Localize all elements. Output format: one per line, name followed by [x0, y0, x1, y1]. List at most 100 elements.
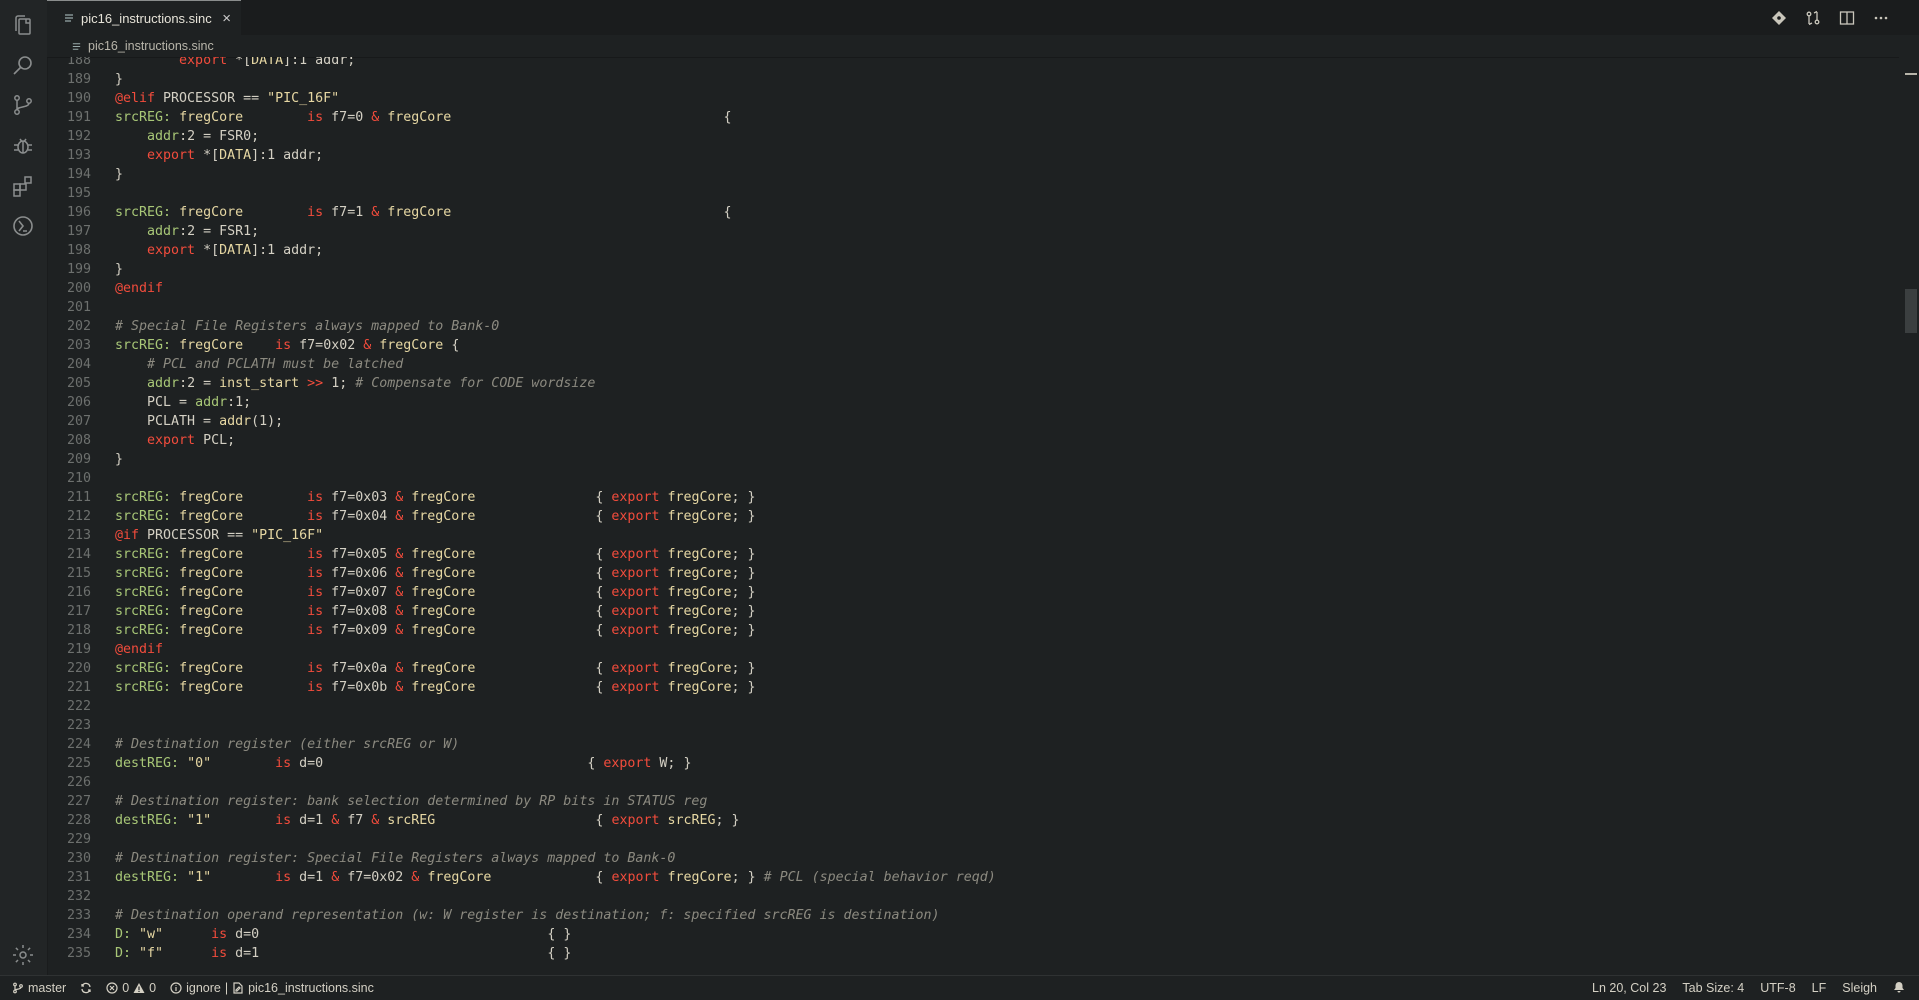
code-line[interactable]: 226 [47, 773, 996, 792]
code-line[interactable]: 198 export *[DATA]:1 addr; [47, 241, 996, 260]
code-token: fregCore [411, 490, 476, 505]
code-token: "0" [187, 756, 212, 771]
code-line[interactable]: 192 addr:2 = FSR0; [47, 127, 996, 146]
scroll-thumb[interactable] [1905, 289, 1917, 333]
code-line[interactable]: 217 srcREG: fregCore is f7=0x08 & fregCor… [47, 602, 996, 621]
code-editor[interactable]: 188 export *[DATA]:1 addr; 189} 190 @elif P… [47, 57, 1899, 976]
compare-changes-icon[interactable] [1803, 8, 1823, 28]
line-code: export PCL; [115, 431, 235, 450]
code-line[interactable]: 220 srcREG: fregCore is f7=0x0a & fregCor… [47, 659, 996, 678]
code-token: 0x0b [355, 680, 388, 695]
code-line[interactable]: 193 export *[DATA]:1 addr; [47, 146, 996, 165]
code-line[interactable]: 233 # Destination operand representation … [47, 906, 996, 925]
debug-icon[interactable] [8, 131, 38, 161]
git-branch[interactable]: master [12, 981, 66, 995]
remote-icon[interactable] [8, 211, 38, 241]
extensions-icon[interactable] [8, 171, 38, 201]
line-code: # Special File Registers always mapped t… [115, 317, 499, 336]
code-line[interactable]: 191 srcREG: fregCore is f7=0 & fregCore { [47, 108, 996, 127]
code-line[interactable]: 213 @if PROCESSOR == "PIC_16F" [47, 526, 996, 545]
line-code: @elif PROCESSOR == "PIC_16F" [115, 89, 339, 108]
code-line[interactable]: 215 srcREG: fregCore is f7=0x06 & fregCor… [47, 564, 996, 583]
code-line[interactable]: 210 [47, 469, 996, 488]
code-line[interactable]: 201 [47, 298, 996, 317]
code-line[interactable]: 203 srcREG: fregCore is f7=0x02 & fregCor… [47, 336, 996, 355]
notifications-bell-icon[interactable] [1893, 981, 1905, 996]
open-changes-icon[interactable] [1769, 8, 1789, 28]
code-line[interactable]: 218 srcREG: fregCore is f7=0x09 & fregCor… [47, 621, 996, 640]
code-line[interactable]: 188 export *[DATA]:1 addr; [47, 57, 996, 70]
editor-scrollbar[interactable] [1899, 57, 1919, 976]
code-line[interactable]: 234 D: "w" is d=0 { } [47, 925, 996, 944]
line-code: destREG: "1" is d=1 & f7 & srcREG { expo… [115, 811, 740, 830]
breadcrumb-file[interactable]: pic16_instructions.sinc [88, 39, 214, 53]
line-code: export *[DATA]:1 addr; [115, 146, 323, 165]
tab-close-button[interactable]: × [222, 10, 231, 27]
language-mode[interactable]: Sleigh [1842, 981, 1877, 995]
code-line[interactable]: 209} [47, 450, 996, 469]
line-code: srcREG: fregCore is f7=0x06 & fregCore {… [115, 564, 756, 583]
problems-indicator[interactable]: 0 0 [106, 981, 156, 995]
ignore-indicator[interactable]: ignore | pic16_instructions.sinc [170, 981, 374, 995]
code-line[interactable]: 216 srcREG: fregCore is f7=0x07 & fregCor… [47, 583, 996, 602]
code-line[interactable]: 219 @endif [47, 640, 996, 659]
code-line[interactable]: 214 srcREG: fregCore is f7=0x05 & fregCor… [47, 545, 996, 564]
code-line[interactable]: 228 destREG: "1" is d=1 & f7 & srcREG { e… [47, 811, 996, 830]
settings-gear-icon[interactable] [8, 940, 38, 970]
encoding[interactable]: UTF-8 [1760, 981, 1795, 995]
end-of-line[interactable]: LF [1812, 981, 1827, 995]
code-line[interactable]: 232 [47, 887, 996, 906]
code-line[interactable]: 224 # Destination register (either srcREG… [47, 735, 996, 754]
code-line[interactable]: 211 srcREG: fregCore is f7=0x03 & fregCor… [47, 488, 996, 507]
code-token: fregCore [667, 870, 732, 885]
source-control-icon[interactable] [8, 90, 38, 120]
code-token: f7=0 [323, 110, 372, 125]
line-number: 233 [66, 908, 91, 923]
code-line[interactable]: 194} [47, 165, 996, 184]
line-code: # Destination operand representation (w:… [115, 906, 940, 925]
code-line[interactable]: 195 [47, 184, 996, 203]
code-token: srcREG: [115, 509, 172, 524]
code-token: is [307, 623, 324, 638]
code-line[interactable]: 208 export PCL; [47, 431, 996, 450]
code-line[interactable]: 223 [47, 716, 996, 735]
tab-size[interactable]: Tab Size: 4 [1682, 981, 1744, 995]
code-line[interactable]: 190 @elif PROCESSOR == "PIC_16F" [47, 89, 996, 108]
split-editor-icon[interactable] [1837, 8, 1857, 28]
code-token: export [611, 870, 660, 885]
search-icon[interactable] [8, 50, 38, 80]
code-token: d=0 { [291, 756, 604, 771]
code-token: fregCore [411, 509, 476, 524]
code-line[interactable]: 212 srcREG: fregCore is f7=0x04 & fregCor… [47, 507, 996, 526]
code-line[interactable]: 231 destREG: "1" is d=1 & f7=0x02 & fregC… [47, 868, 996, 887]
cursor-position[interactable]: Ln 20, Col 23 [1592, 981, 1666, 995]
code-line[interactable]: 235 D: "f" is d=1 { } [47, 944, 996, 963]
code-line[interactable]: 222 [47, 697, 996, 716]
tab-pic16-instructions[interactable]: pic16_instructions.sinc × [47, 0, 241, 35]
explorer-icon[interactable] [8, 10, 38, 40]
code-token: PCLATH = [115, 414, 220, 429]
code-line[interactable]: 199} [47, 260, 996, 279]
code-line[interactable]: 221 srcREG: fregCore is f7=0x0b & fregCor… [47, 678, 996, 697]
code-line[interactable]: 230 # Destination register: Special File … [47, 849, 996, 868]
code-line[interactable]: 200 @endif [47, 279, 996, 298]
sync-button[interactable] [80, 982, 92, 994]
code-line[interactable]: 204 # PCL and PCLATH must be latched [47, 355, 996, 374]
code-line[interactable]: 229 [47, 830, 996, 849]
line-code: srcREG: fregCore is f7=0x0b & fregCore {… [115, 678, 756, 697]
code-line[interactable]: 202 # Special File Registers always mappe… [47, 317, 996, 336]
code-line[interactable]: 205 addr:2 = inst_start >> 1; # Compensa… [47, 374, 996, 393]
code-line[interactable]: 227 # Destination register: bank selectio… [47, 792, 996, 811]
more-actions-icon[interactable] [1871, 8, 1891, 28]
code-line[interactable]: 197 addr:2 = FSR1; [47, 222, 996, 241]
code-line[interactable]: 206 PCL = addr:1; [47, 393, 996, 412]
code-line[interactable]: 225 destREG: "0" is d=0 { export W; } [47, 754, 996, 773]
code-line[interactable]: 207 PCLATH = addr(1); [47, 412, 996, 431]
code-line[interactable]: 196 srcREG: fregCore is f7=1 & fregCore { [47, 203, 996, 222]
code-line[interactable]: 189} [47, 70, 996, 89]
line-number: 197 [66, 224, 91, 239]
